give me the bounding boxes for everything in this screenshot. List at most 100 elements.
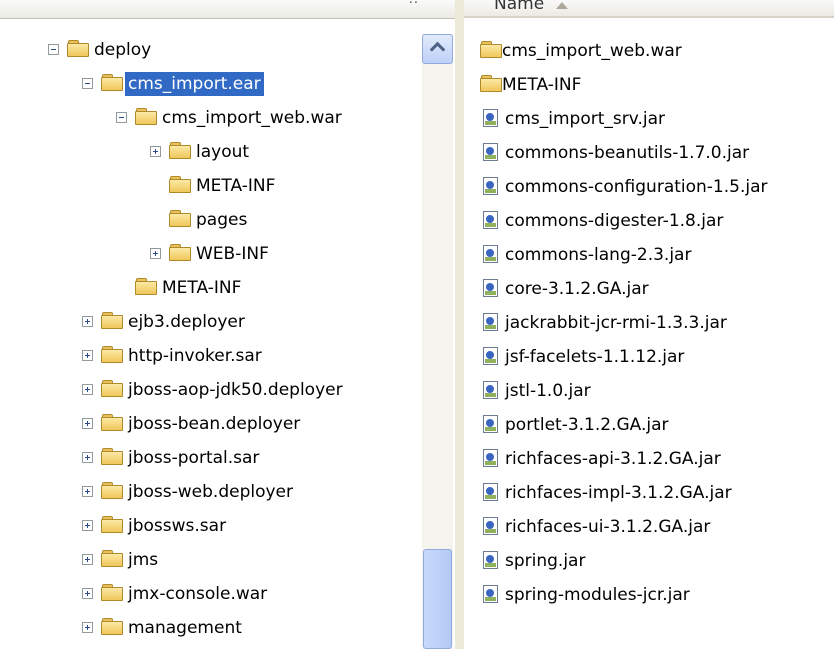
- tree-item[interactable]: cms_import_web.war: [0, 102, 422, 136]
- collapse-icon[interactable]: [82, 78, 93, 89]
- tree-item[interactable]: jbossws.sar: [0, 510, 422, 544]
- file-list-item[interactable]: richfaces-ui-3.1.2.GA.jar: [478, 510, 834, 544]
- folder-icon: [480, 41, 502, 58]
- file-list-item[interactable]: core-3.1.2.GA.jar: [478, 272, 834, 306]
- tree-item[interactable]: layout: [0, 136, 422, 170]
- folder-tree: deploy cms_import.ear cms_import_web.warla…: [0, 34, 422, 646]
- tree-item-label: jmx-console.war: [128, 584, 268, 604]
- tree-item-label: jboss-bean.deployer: [128, 414, 301, 434]
- file-list-item[interactable]: richfaces-impl-3.1.2.GA.jar: [478, 476, 834, 510]
- pane-grip-icon: ··: [408, 0, 419, 11]
- folder-icon: [101, 618, 123, 635]
- jar-file-icon: [483, 177, 498, 195]
- tree-item[interactable]: jms: [0, 544, 422, 578]
- expand-icon[interactable]: [82, 622, 93, 633]
- jar-file-icon: [483, 517, 498, 535]
- expand-icon[interactable]: [82, 554, 93, 565]
- jar-file-icon: [483, 381, 498, 399]
- tree-item[interactable]: ejb3.deployer: [0, 306, 422, 340]
- pane-splitter[interactable]: [455, 0, 464, 649]
- tree-item[interactable]: jboss-bean.deployer: [0, 408, 422, 442]
- jar-file-icon: [483, 143, 498, 161]
- expand-icon[interactable]: [82, 384, 93, 395]
- tree-item[interactable]: jboss-aop-jdk50.deployer: [0, 374, 422, 408]
- expand-icon[interactable]: [82, 520, 93, 531]
- tree-item-label: jms: [128, 550, 159, 570]
- expand-icon[interactable]: [82, 452, 93, 463]
- sort-ascending-icon: [556, 2, 568, 9]
- folder-icon: [101, 448, 123, 465]
- expand-icon[interactable]: [82, 486, 93, 497]
- file-list-item[interactable]: commons-digester-1.8.jar: [478, 204, 834, 238]
- collapse-icon[interactable]: [48, 44, 59, 55]
- folder-icon: [480, 75, 502, 92]
- file-list-item[interactable]: jsf-facelets-1.1.12.jar: [478, 340, 834, 374]
- expand-icon[interactable]: [150, 248, 161, 259]
- file-name: commons-lang-2.3.jar: [505, 245, 692, 265]
- expand-icon[interactable]: [82, 588, 93, 599]
- file-list-item[interactable]: commons-beanutils-1.7.0.jar: [478, 136, 834, 170]
- collapse-icon[interactable]: [116, 112, 127, 123]
- tree-item-label: cms_import.ear: [125, 72, 264, 96]
- tree-item[interactable]: META-INF: [0, 170, 422, 204]
- folder-icon: [101, 74, 123, 91]
- tree-scrollbar[interactable]: [422, 34, 453, 649]
- tree-item-label: jboss-portal.sar: [128, 448, 260, 468]
- file-list-item[interactable]: cms_import_srv.jar: [478, 102, 834, 136]
- tree-item[interactable]: management: [0, 612, 422, 646]
- scroll-thumb[interactable]: [423, 549, 452, 649]
- expand-icon[interactable]: [82, 350, 93, 361]
- jar-file-icon: [483, 449, 498, 467]
- tree-item[interactable]: WEB-INF: [0, 238, 422, 272]
- folder-icon: [101, 584, 123, 601]
- tree-item-label: cms_import_web.war: [162, 108, 342, 128]
- tree-item[interactable]: META-INF: [0, 272, 422, 306]
- file-list-item[interactable]: spring.jar: [478, 544, 834, 578]
- tree-item[interactable]: deploy: [0, 34, 422, 68]
- tree-item[interactable]: jboss-web.deployer: [0, 476, 422, 510]
- file-name: commons-beanutils-1.7.0.jar: [505, 143, 750, 163]
- expand-icon[interactable]: [82, 418, 93, 429]
- file-list-item[interactable]: jackrabbit-jcr-rmi-1.3.3.jar: [478, 306, 834, 340]
- file-list-item[interactable]: richfaces-api-3.1.2.GA.jar: [478, 442, 834, 476]
- tree-item-label: WEB-INF: [196, 244, 269, 264]
- file-list-pane[interactable]: Name cms_import_web.war META-INF cms_impor…: [464, 0, 834, 649]
- folder-icon: [169, 142, 191, 159]
- tree-item-label: jboss-aop-jdk50.deployer: [128, 380, 343, 400]
- column-header-name[interactable]: Name: [494, 0, 544, 16]
- tree-item-label: jboss-web.deployer: [128, 482, 293, 502]
- tree-item[interactable]: jmx-console.war: [0, 578, 422, 612]
- file-name: cms_import_web.war: [502, 41, 682, 61]
- file-list-item[interactable]: cms_import_web.war: [478, 34, 834, 68]
- folder-icon: [135, 278, 157, 295]
- tree-item-label: META-INF: [196, 176, 276, 196]
- file-list-item[interactable]: spring-modules-jcr.jar: [478, 578, 834, 612]
- tree-item-label: management: [128, 618, 242, 638]
- folder-tree-pane[interactable]: ·· deploy cms_import.ear cms_import_web.wa…: [0, 0, 455, 649]
- file-name: core-3.1.2.GA.jar: [505, 279, 649, 299]
- scroll-up-arrow-icon[interactable]: [422, 34, 453, 64]
- tree-item[interactable]: pages: [0, 204, 422, 238]
- file-list-item[interactable]: jstl-1.0.jar: [478, 374, 834, 408]
- list-header: Name: [464, 0, 834, 18]
- tree-item[interactable]: http-invoker.sar: [0, 340, 422, 374]
- tree-item[interactable]: jboss-portal.sar: [0, 442, 422, 476]
- tree-header: ··: [0, 0, 455, 19]
- expand-icon[interactable]: [150, 146, 161, 157]
- folder-icon: [101, 312, 123, 329]
- file-name: cms_import_srv.jar: [505, 109, 666, 129]
- jar-file-icon: [483, 483, 498, 501]
- file-list-item[interactable]: META-INF: [478, 68, 834, 102]
- folder-icon: [101, 414, 123, 431]
- jar-file-icon: [483, 211, 498, 229]
- tree-item[interactable]: cms_import.ear: [0, 68, 422, 102]
- file-list-item[interactable]: commons-lang-2.3.jar: [478, 238, 834, 272]
- expand-icon[interactable]: [82, 316, 93, 327]
- tree-item-label: ejb3.deployer: [128, 312, 245, 332]
- file-name: commons-digester-1.8.jar: [505, 211, 724, 231]
- tree-item-label: META-INF: [162, 278, 242, 298]
- file-list-item[interactable]: portlet-3.1.2.GA.jar: [478, 408, 834, 442]
- file-name: richfaces-api-3.1.2.GA.jar: [505, 449, 721, 469]
- file-list-item[interactable]: commons-configuration-1.5.jar: [478, 170, 834, 204]
- tree-item-label: layout: [196, 142, 250, 162]
